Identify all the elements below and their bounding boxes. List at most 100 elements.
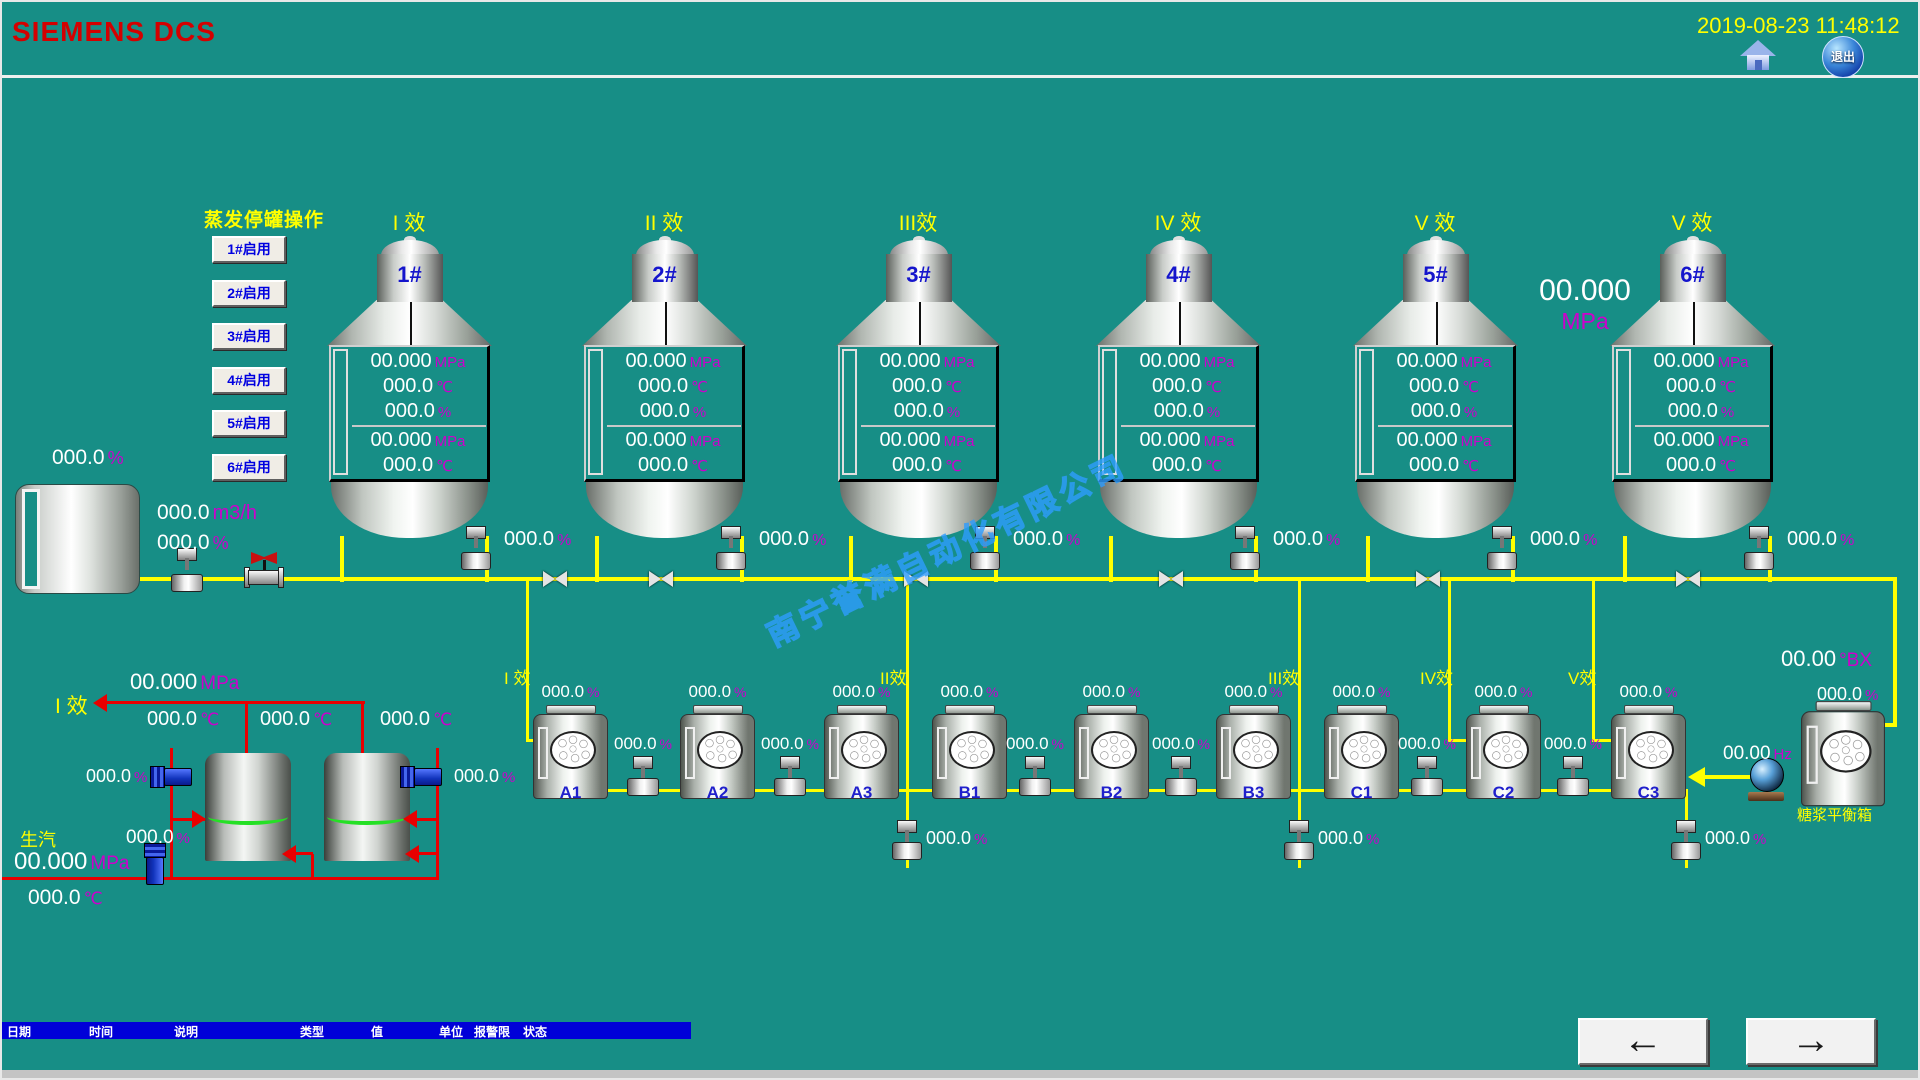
line-valve[interactable] xyxy=(1020,756,1050,796)
pipe-segment xyxy=(1109,536,1113,582)
dcs-evaporation-screen: SIEMENS DCS 2019-08-23 11:48:12 退出 蒸发停罐操… xyxy=(0,0,1920,1080)
juice-heater-vessel: C1 xyxy=(1324,705,1399,803)
manual-valve-icon[interactable] xyxy=(1416,571,1440,587)
tank-valve-reading: 000.0% xyxy=(1787,528,1854,551)
evaporator-tank-3: 3# 00.000MPa000.0℃000.0%00.000MPa000.0℃ xyxy=(836,240,1001,540)
valve-stem xyxy=(1179,766,1183,778)
effect-label: IV 效 xyxy=(1128,207,1228,237)
flow-arrow-icon xyxy=(282,845,296,863)
enable-tank-button-2[interactable]: 2#启用 xyxy=(212,280,286,307)
next-page-button[interactable]: → xyxy=(1746,1018,1876,1065)
tank-reading: 00.000MPa xyxy=(1376,427,1512,452)
vessel-level-reading: 000.0% xyxy=(824,682,899,702)
flow-arrow-icon xyxy=(1688,767,1705,787)
tank-reading: 000.0℃ xyxy=(1119,373,1255,398)
manual-valve-icon[interactable] xyxy=(543,571,567,587)
syrup-balance-tank xyxy=(1801,701,1885,811)
steam-valve-left[interactable] xyxy=(150,764,192,790)
drop-valve[interactable] xyxy=(893,820,921,860)
tank-outlet-valve[interactable] xyxy=(1745,526,1773,570)
home-icon[interactable] xyxy=(1740,40,1776,72)
vessel-level-strip xyxy=(937,727,947,779)
enable-tank-button-6[interactable]: 6#启用 xyxy=(212,454,286,481)
tank-outlet-valve[interactable] xyxy=(462,526,490,570)
tank-stem-line xyxy=(1693,302,1695,346)
steam-temp-reading: 000.0℃ xyxy=(380,708,452,731)
effect-label: I 效 xyxy=(359,207,459,237)
drop-valve[interactable] xyxy=(1672,820,1700,860)
tank-reading: 00.000MPa xyxy=(1119,427,1255,452)
steam-pipe xyxy=(311,854,314,879)
steam-pressure-reading: 00.000MPa xyxy=(130,669,239,695)
raw-steam-pressure-reading: 00.000MPa xyxy=(14,848,129,876)
pipe-segment xyxy=(1448,581,1451,742)
drop-valve[interactable] xyxy=(1285,820,1313,860)
valve-stem xyxy=(1757,536,1761,548)
feed-level-reading: 000.0% xyxy=(52,446,124,470)
manual-valve-icon[interactable] xyxy=(1676,571,1700,587)
feed-valve-reading: 000.0% xyxy=(157,531,229,555)
pressure-unit: MPa xyxy=(1561,308,1608,334)
tank-reading: 000.0℃ xyxy=(1376,373,1512,398)
effect-label: V 效 xyxy=(1642,207,1742,237)
flowmeter-flange xyxy=(278,567,284,588)
line-valve[interactable] xyxy=(628,756,658,796)
line-valve[interactable] xyxy=(775,756,805,796)
tank-reading: 00.000MPa xyxy=(1633,427,1769,452)
evaporator-tank-4: 4# 00.000MPa000.0℃000.0%00.000MPa000.0℃ xyxy=(1096,240,1261,540)
line-valve-reading: 000.0% xyxy=(1398,734,1456,754)
tank-reading: 000.0% xyxy=(859,398,995,423)
tank-outlet-valve[interactable] xyxy=(1231,526,1259,570)
tank-id: 1# xyxy=(397,262,421,287)
sight-glass-icon xyxy=(1483,731,1529,769)
pipe-segment xyxy=(1623,536,1627,582)
tank-id: 6# xyxy=(1680,262,1704,287)
vessel-id: B1 xyxy=(932,783,1007,803)
tank-reading: 000.0℃ xyxy=(1119,452,1255,477)
vessel-level-strip xyxy=(1807,726,1818,784)
drop-valve-reading: 000.0% xyxy=(1318,828,1379,849)
pipe-segment xyxy=(1893,577,1897,727)
condensate-tank xyxy=(205,753,291,861)
steam-temp-reading: 000.0℃ xyxy=(260,708,332,731)
vessel-level-reading: 000.0% xyxy=(533,682,608,702)
syrup-level-reading: 000.0% xyxy=(1817,684,1878,705)
tank-data-box: 00.000MPa000.0℃000.0%00.000MPa000.0℃ xyxy=(329,345,490,482)
flow-arrow-icon xyxy=(403,810,417,828)
prev-page-button[interactable]: ← xyxy=(1578,1018,1708,1065)
enable-tank-button-5[interactable]: 5#启用 xyxy=(212,410,286,437)
tank-outlet-valve[interactable] xyxy=(1488,526,1516,570)
line-valve[interactable] xyxy=(1412,756,1442,796)
effect-label: II 效 xyxy=(614,207,714,237)
vessel-id: C2 xyxy=(1466,783,1541,803)
vessel-level-strip xyxy=(538,727,548,779)
sight-glass-icon xyxy=(1341,731,1387,769)
tank-neck: 2# xyxy=(632,254,698,302)
vessel-flange xyxy=(1624,705,1674,714)
tank-neck: 1# xyxy=(377,254,443,302)
tank-reading: 000.0℃ xyxy=(859,452,995,477)
steam-valve-right[interactable] xyxy=(400,764,442,790)
valve-stem xyxy=(474,536,478,548)
manual-valve-icon[interactable] xyxy=(1159,571,1183,587)
tank-id: 4# xyxy=(1166,262,1190,287)
section-label: V效 xyxy=(1568,664,1596,689)
enable-tank-button-4[interactable]: 4#启用 xyxy=(212,367,286,394)
raw-steam-valve[interactable] xyxy=(142,843,168,885)
flowmeter-body xyxy=(248,570,280,585)
vessel-id: A3 xyxy=(824,783,899,803)
pump-discharge-pipe xyxy=(1704,775,1750,779)
tank-stem-line xyxy=(1436,302,1438,346)
tank-outlet-valve[interactable] xyxy=(717,526,745,570)
flow-meter-icon[interactable] xyxy=(244,552,284,588)
exit-label: 退出 xyxy=(1831,50,1855,64)
line-valve[interactable] xyxy=(1166,756,1196,796)
tank-reading: 000.0℃ xyxy=(350,373,486,398)
exit-button[interactable]: 退出 xyxy=(1822,36,1864,78)
manual-valve-icon[interactable] xyxy=(649,571,673,587)
tank-reading: 00.000MPa xyxy=(605,427,741,452)
enable-tank-button-3[interactable]: 3#启用 xyxy=(212,323,286,350)
enable-tank-button-1[interactable]: 1#启用 xyxy=(212,236,286,263)
line-valve[interactable] xyxy=(1558,756,1588,796)
steam-temp-reading: 000.0℃ xyxy=(147,708,219,731)
